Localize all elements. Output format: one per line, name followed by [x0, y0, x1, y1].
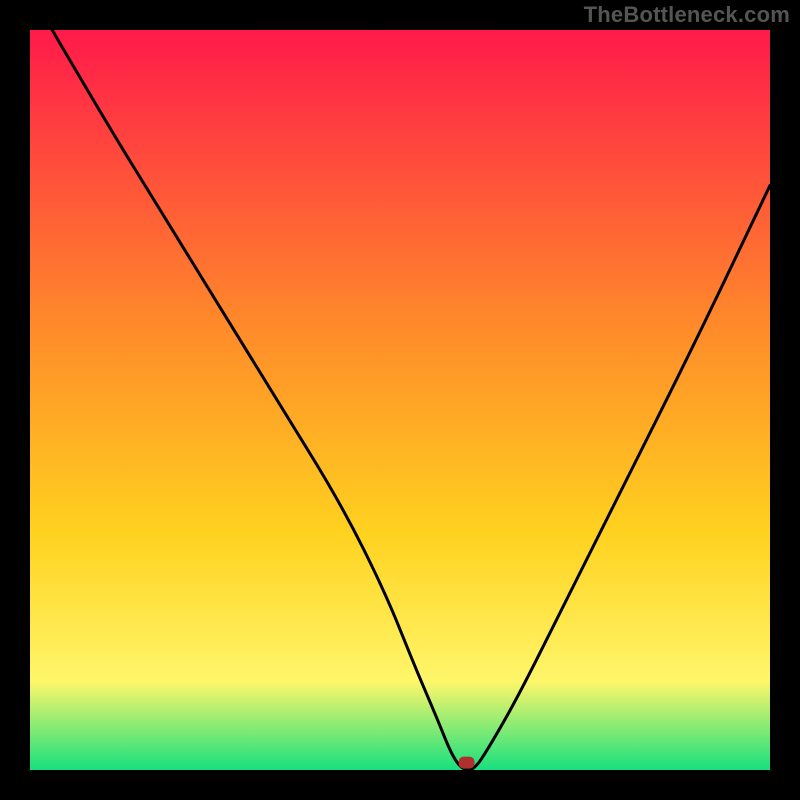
optimum-marker: [459, 757, 475, 769]
watermark-text: TheBottleneck.com: [584, 2, 790, 28]
chart-frame: TheBottleneck.com: [0, 0, 800, 800]
gradient-background: [30, 30, 770, 770]
chart-svg: [30, 30, 770, 770]
plot-area: [30, 30, 770, 770]
